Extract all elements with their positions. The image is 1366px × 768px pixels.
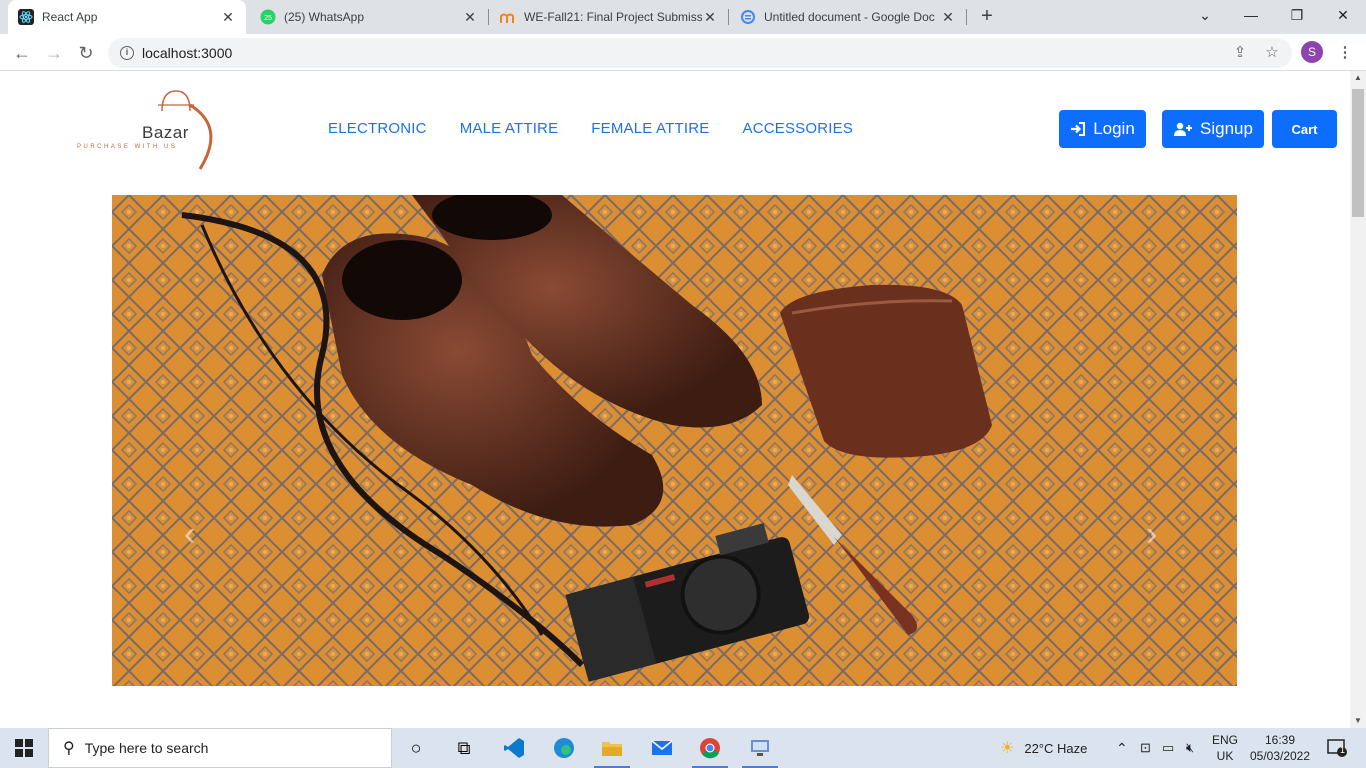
close-tab-icon[interactable]: ✕ xyxy=(462,9,478,26)
tab-separator xyxy=(728,9,729,25)
profile-avatar[interactable]: S xyxy=(1301,41,1323,63)
clock-date: 05/03/2022 xyxy=(1249,749,1311,763)
taskbar-search-box[interactable]: ⚲ Type here to search xyxy=(48,728,392,768)
vscode-icon[interactable] xyxy=(490,728,538,768)
svg-text:25: 25 xyxy=(264,15,272,22)
close-tab-icon[interactable]: ✕ xyxy=(702,9,718,26)
close-tab-icon[interactable]: ✕ xyxy=(220,9,236,26)
tab-google-docs[interactable]: Untitled document - Google Doc ✕ xyxy=(730,0,966,34)
tab-title: (25) WhatsApp xyxy=(284,10,365,24)
notification-center-icon[interactable]: 1 xyxy=(1322,728,1352,768)
user-plus-icon xyxy=(1173,122,1193,136)
clock-time: 16:39 xyxy=(1264,733,1296,747)
cart-button[interactable]: Cart xyxy=(1272,110,1337,148)
scroll-up-icon[interactable]: ▲ xyxy=(1350,71,1366,85)
tab-search-icon[interactable]: ⌄ xyxy=(1182,0,1228,34)
close-tab-icon[interactable]: ✕ xyxy=(940,9,956,26)
show-hidden-icons-icon[interactable]: ⌃ xyxy=(1116,728,1128,768)
tab-separator xyxy=(488,9,489,25)
volume-muted-icon[interactable]: 🔇︎ xyxy=(1186,728,1194,768)
tab-separator xyxy=(966,9,967,25)
language-top: ENG xyxy=(1212,733,1239,747)
menu-kebab-icon[interactable]: ⋮ xyxy=(1334,42,1356,64)
tab-whatsapp[interactable]: 25 (25) WhatsApp ✕ xyxy=(250,0,488,34)
login-label: Login xyxy=(1093,119,1135,138)
nav-accessories[interactable]: ACCESSORIES xyxy=(742,120,853,137)
language-bottom: UK xyxy=(1216,749,1234,763)
whatsapp-icon: 25 xyxy=(260,9,276,25)
address-bar[interactable]: i localhost:3000 xyxy=(108,38,1292,68)
restore-button[interactable]: ❐ xyxy=(1274,0,1320,34)
weather-widget[interactable]: ☀ 22°C Haze xyxy=(1000,728,1087,768)
close-window-button[interactable]: ✕ xyxy=(1320,0,1366,34)
bookmark-star-icon[interactable]: ☆ xyxy=(1261,42,1283,64)
reload-icon[interactable]: ↻ xyxy=(74,42,98,64)
mail-icon[interactable] xyxy=(638,728,686,768)
windows-taskbar: ⚲ Type here to search ○ ⧉ ☀ 22°C Haze ⌃ … xyxy=(0,728,1366,768)
nav-female-attire[interactable]: FEMALE ATTIRE xyxy=(591,120,709,137)
google-docs-icon xyxy=(740,9,756,25)
url-text: localhost:3000 xyxy=(142,45,233,61)
site-info-icon[interactable]: i xyxy=(120,46,134,60)
brand-name: Bazar xyxy=(142,123,189,142)
new-tab-button[interactable]: + xyxy=(976,6,998,28)
forward-arrow-icon[interactable]: → xyxy=(42,42,66,64)
meet-now-icon[interactable]: ⊡ xyxy=(1140,728,1151,768)
moodle-icon xyxy=(500,9,516,25)
notification-count: 1 xyxy=(1340,745,1346,755)
category-nav: ELECTRONIC MALE ATTIRE FEMALE ATTIRE ACC… xyxy=(328,120,853,137)
tab-moodle[interactable]: WE-Fall21: Final Project Submissi ✕ xyxy=(490,0,728,34)
signup-label: Signup xyxy=(1200,119,1253,138)
windows-start-icon[interactable] xyxy=(0,728,48,768)
brand-tagline: PURCHASE WITH US xyxy=(77,144,178,150)
sign-in-icon xyxy=(1070,122,1086,136)
chrome-icon[interactable] xyxy=(686,728,734,768)
nav-male-attire[interactable]: MALE ATTIRE xyxy=(460,120,559,137)
search-icon: ⚲ xyxy=(63,740,75,757)
language-indicator[interactable]: ENG UK xyxy=(1212,728,1238,768)
browser-tab-strip: React App ✕ 25 (25) WhatsApp ✕ WE-Fall21… xyxy=(0,0,1366,34)
share-icon[interactable]: ⇪ xyxy=(1229,42,1251,64)
weather-text: 22°C Haze xyxy=(1024,740,1088,756)
page-scrollbar[interactable]: ▲ ▼ xyxy=(1350,71,1366,728)
scroll-thumb[interactable] xyxy=(1352,89,1364,217)
haze-sun-icon: ☀ xyxy=(1000,740,1015,757)
back-arrow-icon[interactable]: ← xyxy=(10,42,34,64)
tab-title: Untitled document - Google Doc xyxy=(764,10,935,24)
react-icon xyxy=(18,9,34,25)
tab-title: React App xyxy=(42,10,98,24)
cortana-icon[interactable]: ○ xyxy=(392,728,440,768)
battery-icon[interactable]: ▭ xyxy=(1162,728,1174,768)
web-page: Bazar PURCHASE WITH US ELECTRONIC MALE A… xyxy=(0,71,1350,728)
hero-carousel: ‹ › xyxy=(112,195,1237,686)
edge-icon[interactable] xyxy=(540,728,588,768)
taskbar-search-placeholder: Type here to search xyxy=(84,740,209,756)
remote-desktop-icon[interactable] xyxy=(736,728,784,768)
login-button[interactable]: Login xyxy=(1059,110,1146,148)
tab-react-app[interactable]: React App ✕ xyxy=(8,0,246,34)
clock[interactable]: 16:39 05/03/2022 xyxy=(1248,728,1312,768)
file-explorer-icon[interactable] xyxy=(588,728,636,768)
signup-button[interactable]: Signup xyxy=(1162,110,1264,148)
hero-product-photo xyxy=(112,195,1237,686)
carousel-prev-icon[interactable]: ‹ xyxy=(184,515,195,554)
cart-label: Cart xyxy=(1291,121,1318,137)
browser-toolbar: ← → ↻ i localhost:3000 ⇪ ☆ ⋮ xyxy=(0,34,1366,71)
site-logo[interactable]: Bazar PURCHASE WITH US xyxy=(76,89,218,173)
scroll-down-icon[interactable]: ▼ xyxy=(1350,714,1366,728)
minimize-button[interactable]: — xyxy=(1228,0,1274,34)
nav-electronic[interactable]: ELECTRONIC xyxy=(328,120,427,137)
carousel-next-icon[interactable]: › xyxy=(1146,515,1157,554)
task-view-icon[interactable]: ⧉ xyxy=(440,728,488,768)
tab-title: WE-Fall21: Final Project Submissi xyxy=(524,10,702,24)
